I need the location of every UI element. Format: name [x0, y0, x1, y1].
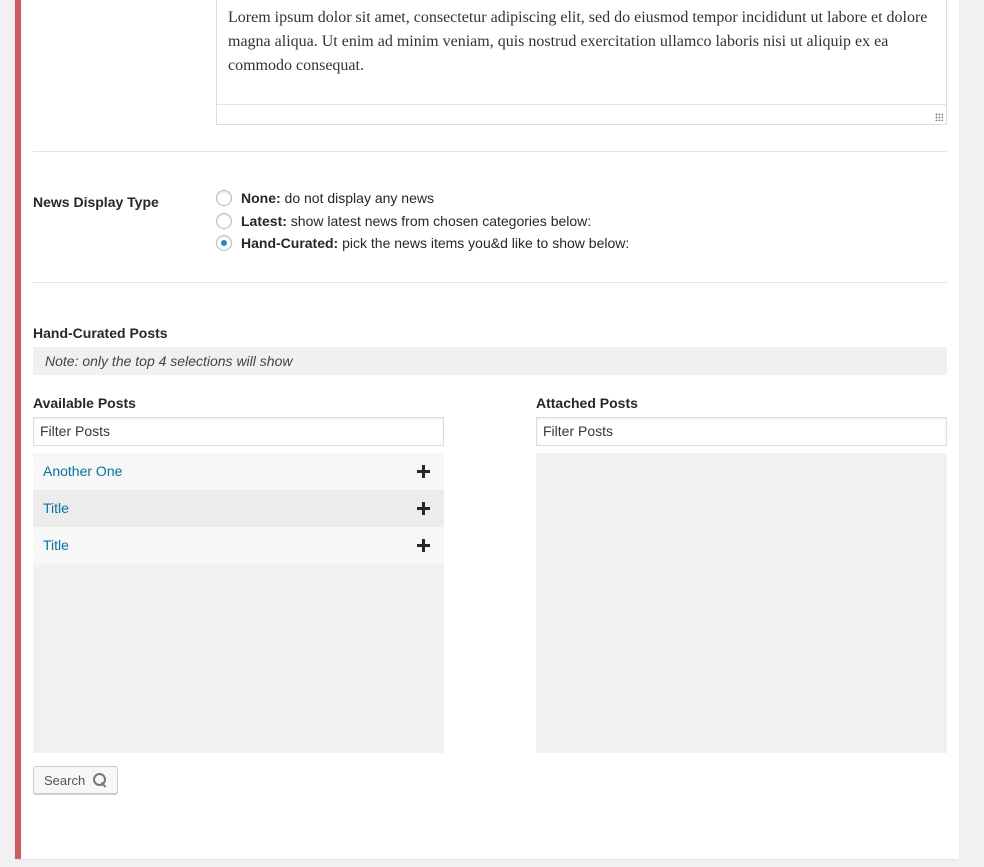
post-title[interactable]: Another One: [43, 463, 122, 479]
available-posts-label: Available Posts: [33, 395, 136, 411]
radio-option-hand-curated[interactable]: Hand-Curated: pick the news items you&d …: [216, 233, 629, 253]
divider: [33, 282, 947, 283]
available-filter-input[interactable]: Filter Posts: [33, 417, 444, 446]
list-item[interactable]: Another One: [33, 453, 444, 490]
list-item[interactable]: Title: [33, 527, 444, 564]
radio-none[interactable]: [216, 190, 232, 206]
search-button-label: Search: [44, 772, 86, 788]
search-icon: [93, 773, 107, 788]
attached-filter-input[interactable]: Filter Posts: [536, 417, 947, 446]
radio-hand-curated[interactable]: [216, 235, 232, 251]
list-item[interactable]: Title: [33, 490, 444, 527]
selection-note: Note: only the top 4 selections will sho…: [33, 347, 947, 375]
radio-latest-name: Latest:: [241, 213, 287, 229]
resize-grip-icon[interactable]: [935, 113, 943, 121]
editor-text[interactable]: Lorem ipsum dolor sit amet, consectetur …: [228, 6, 938, 78]
add-icon[interactable]: [417, 539, 430, 552]
meta-box-panel: Lorem ipsum dolor sit amet, consectetur …: [15, 0, 959, 859]
available-posts-list: Another One Title Title: [33, 453, 444, 753]
post-title[interactable]: Title: [43, 537, 69, 553]
attached-posts-label: Attached Posts: [536, 395, 638, 411]
radio-option-none[interactable]: None: do not display any news: [216, 188, 434, 208]
divider: [33, 151, 947, 152]
radio-none-name: None:: [241, 190, 281, 206]
news-display-type-label: News Display Type: [33, 194, 159, 210]
attached-posts-list[interactable]: [536, 453, 947, 753]
radio-option-latest[interactable]: Latest: show latest news from chosen cat…: [216, 211, 591, 231]
radio-hand-curated-desc: pick the news items you&d like to show b…: [338, 235, 630, 251]
content-editor[interactable]: Lorem ipsum dolor sit amet, consectetur …: [216, 0, 947, 125]
add-icon[interactable]: [417, 502, 430, 515]
radio-latest[interactable]: [216, 213, 232, 229]
editor-statusbar: [217, 104, 946, 124]
post-title[interactable]: Title: [43, 500, 69, 516]
hand-curated-posts-label: Hand-Curated Posts: [33, 325, 168, 341]
radio-none-desc: do not display any news: [280, 190, 434, 206]
search-button[interactable]: Search: [33, 766, 118, 794]
radio-hand-curated-name: Hand-Curated:: [241, 235, 339, 251]
add-icon[interactable]: [417, 465, 430, 478]
radio-latest-desc: show latest news from chosen categories …: [286, 213, 592, 229]
